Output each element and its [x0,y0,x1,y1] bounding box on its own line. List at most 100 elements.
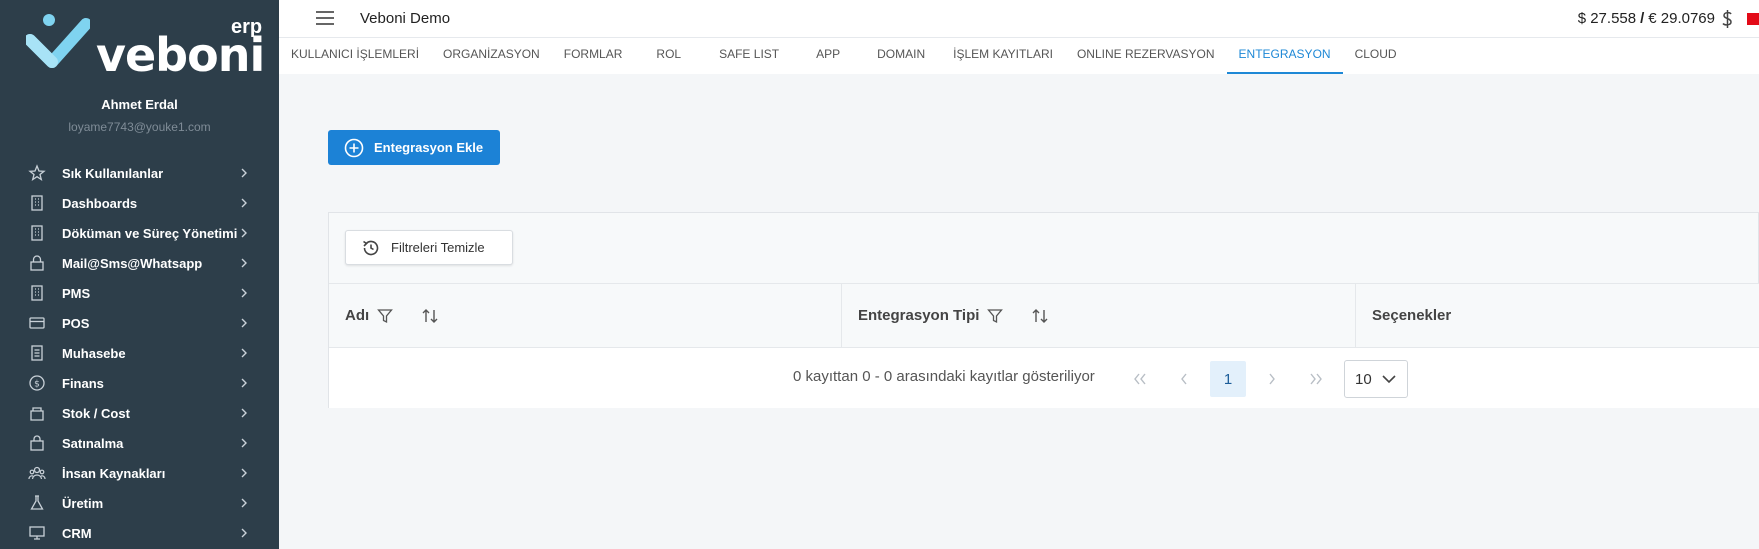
lock-icon [30,255,44,271]
last-page-button[interactable] [1298,361,1334,397]
chevron-right-icon [241,258,247,268]
chevron-right-icon [241,438,247,448]
filter-icon[interactable] [987,308,1004,324]
sidebar-item-purchasing[interactable]: Satınalma [0,428,279,458]
tab-online-reservation[interactable]: ONLINE REZERVASYON [1065,38,1227,74]
building-icon [31,225,43,241]
tab-safe-list[interactable]: SAFE LIST [703,38,795,74]
add-integration-button[interactable]: Entegrasyon Ekle [328,130,500,165]
svg-text:$: $ [34,380,40,390]
sidebar-item-label: Muhasebe [62,345,126,361]
tab-domain[interactable]: DOMAIN [861,38,941,74]
paginator: 0 kayıttan 0 - 0 arasındaki kayıtlar gös… [329,348,1759,408]
tab-integration[interactable]: ENTEGRASYON [1226,38,1343,74]
dollar-icon[interactable] [1719,8,1735,30]
bag-icon [30,435,44,451]
building-icon [31,195,43,211]
monitor-icon [29,526,45,540]
people-icon [28,466,46,480]
next-page-button[interactable] [1254,361,1290,397]
sidebar-item-label: Satınalma [62,435,124,451]
chevron-right-icon [241,498,247,508]
chevron-right-icon [241,198,247,208]
tab-forms[interactable]: FORMLAR [552,38,635,74]
hamburger-menu-icon[interactable] [315,10,335,26]
veboni-logo[interactable]: veboni erp [26,10,266,82]
sidebar-item-finance[interactable]: $ Finans [0,368,279,398]
plus-circle-icon [344,138,364,157]
sidebar-item-stock[interactable]: Stok / Cost [0,398,279,428]
usd-rate: $ 27.558 [1577,10,1637,27]
main-content: Entegrasyon Ekle Filtreleri Temizle Adı … [279,74,1759,549]
currency-rates: $ 27.558/€ 29.0769 [1578,10,1715,27]
tab-app[interactable]: APP [795,38,861,74]
language-flag-icon[interactable] [1747,13,1759,25]
page-1-button[interactable]: 1 [1210,361,1246,397]
chevron-right-icon [241,528,247,538]
filter-icon[interactable] [377,308,394,324]
column-label: Adı [345,307,370,324]
table-header: Adı Entegrasyon Tipi Seçenekler [329,283,1759,348]
sidebar-item-crm[interactable]: CRM [0,518,279,548]
prev-page-button[interactable] [1166,361,1202,397]
logo-erp: erp [231,16,263,38]
sidebar-item-documents[interactable]: Döküman ve Süreç Yönetimi [0,218,279,248]
column-header-name: Adı [329,284,842,347]
sidebar-item-pos[interactable]: POS [0,308,279,338]
dollar-circle-icon: $ [29,375,45,391]
top-bar: Veboni Demo $ 27.558/€ 29.0769 [279,0,1759,38]
sidebar-item-label: Mail@Sms@Whatsapp [62,255,203,271]
column-label: Entegrasyon Tipi [858,307,980,324]
chevron-right-icon [241,228,247,238]
sidebar-item-label: Sık Kullanılanlar [62,165,164,181]
tab-transaction-logs[interactable]: İŞLEM KAYITLARI [941,38,1065,74]
chevron-right-icon [1269,373,1275,385]
flask-icon [30,495,44,510]
chevron-right-icon [241,288,247,298]
sidebar-item-favorites[interactable]: Sık Kullanılanlar [0,158,279,188]
sidebar-item-pms[interactable]: PMS [0,278,279,308]
sidebar-item-accounting[interactable]: Muhasebe [0,338,279,368]
integration-table: Filtreleri Temizle Adı Entegrasyon Tipi … [328,212,1759,408]
sidebar-item-label: Stok / Cost [62,405,130,421]
history-icon [363,240,379,255]
tab-cloud[interactable]: CLOUD [1343,38,1409,74]
card-icon [29,317,45,329]
clear-filters-label: Filtreleri Temizle [391,240,485,255]
sidebar-item-dashboards[interactable]: Dashboards [0,188,279,218]
pager-summary: 0 kayıttan 0 - 0 arasındaki kayıtlar gös… [793,368,1095,385]
sidebar-item-messaging[interactable]: Mail@Sms@Whatsapp [0,248,279,278]
star-icon [28,164,46,181]
rate-separator: / [1640,10,1645,27]
column-header-integration-type: Entegrasyon Tipi [842,284,1356,347]
sidebar-item-label: Döküman ve Süreç Yönetimi [62,225,238,241]
tab-bar: KULLANICI İŞLEMLERİ ORGANİZASYON FORMLAR… [279,38,1759,74]
tab-user-operations[interactable]: KULLANICI İŞLEMLERİ [279,38,431,74]
page-size-value: 10 [1355,370,1372,388]
chevron-down-icon [1382,375,1396,384]
sidebar-item-label: Finans [62,375,104,391]
box-icon [30,407,44,421]
sidebar-menu: Sık Kullanılanlar Dashboards Döküman ve … [0,158,279,548]
eur-rate: € 29.0769 [1648,10,1715,27]
user-name: Ahmet Erdal [101,97,178,112]
chevron-right-icon [241,168,247,178]
chevron-left-icon [1181,373,1187,385]
tab-organization[interactable]: ORGANİZASYON [431,38,552,74]
chevron-right-icon [241,318,247,328]
page-size-select[interactable]: 10 [1344,360,1408,398]
chevron-right-icon [241,348,247,358]
sidebar-item-production[interactable]: Üretim [0,488,279,518]
chevron-right-icon [241,378,247,388]
sort-icon[interactable] [421,307,439,325]
app-title: Veboni Demo [360,10,451,27]
logo-mark-icon [26,14,90,68]
sort-icon[interactable] [1031,307,1049,325]
tab-role[interactable]: ROL [634,38,703,74]
sidebar-item-hr[interactable]: İnsan Kaynakları [0,458,279,488]
sidebar-item-label: Dashboards [62,195,138,211]
chevrons-right-icon [1310,373,1322,385]
clear-filters-button[interactable]: Filtreleri Temizle [345,230,513,265]
first-page-button[interactable] [1122,361,1158,397]
sidebar-item-label: CRM [62,525,92,541]
